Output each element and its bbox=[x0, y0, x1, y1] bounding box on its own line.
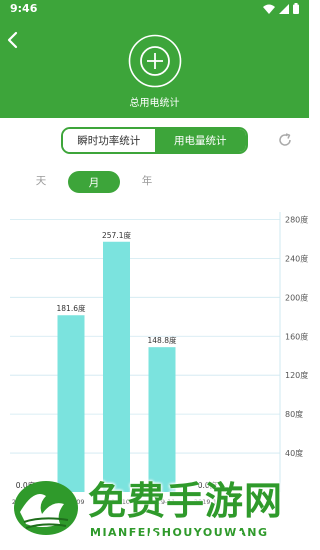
status-bar: 9:46 bbox=[0, 0, 309, 18]
bar-value-label: 257.1度 bbox=[102, 230, 131, 240]
bar-value-label: 181.6度 bbox=[57, 303, 86, 313]
refresh-icon[interactable] bbox=[277, 132, 293, 148]
bar bbox=[148, 347, 176, 492]
period-day-tab[interactable]: 天 bbox=[28, 173, 54, 188]
period-month-tab[interactable]: 月 bbox=[68, 171, 120, 193]
mode-toggle: 瞬时功率统计 用电量统计 bbox=[61, 127, 248, 154]
y-tick-label: 120度 bbox=[285, 370, 308, 380]
tab-instant-power[interactable]: 瞬时功率统计 bbox=[63, 129, 155, 152]
nav-back-icon[interactable]: ◀ bbox=[66, 530, 74, 541]
usage-bar-chart: 40度80度120度160度200度240度280度0.0度2019-08181… bbox=[10, 212, 308, 506]
page-title: 总用电统计 bbox=[129, 98, 180, 109]
battery-icon bbox=[293, 3, 299, 14]
bar-value-label: 148.8度 bbox=[148, 335, 177, 345]
y-tick-label: 280度 bbox=[285, 214, 308, 224]
y-tick-label: 40度 bbox=[285, 448, 303, 458]
period-year-tab[interactable]: 年 bbox=[134, 173, 160, 188]
y-tick-label: 80度 bbox=[285, 409, 303, 419]
header: 9:46 总用电统计 bbox=[0, 0, 309, 118]
bar bbox=[57, 315, 85, 492]
nav-recent-icon[interactable] bbox=[235, 531, 242, 538]
nav-home-icon[interactable] bbox=[149, 531, 157, 539]
screen: 9:46 总用电统计 瞬时功率统计 用电量统计 天 月 年 40度 80度 120度… bbox=[0, 0, 309, 550]
back-icon[interactable] bbox=[4, 30, 22, 50]
y-tick-label: 200度 bbox=[285, 292, 308, 302]
watermark-title: 免费手游网 bbox=[88, 478, 284, 523]
tab-energy-usage[interactable]: 用电量统计 bbox=[154, 129, 246, 152]
bar bbox=[103, 241, 130, 492]
y-tick-label: 160度 bbox=[285, 331, 308, 341]
status-icons bbox=[263, 3, 299, 14]
wifi-icon bbox=[263, 4, 275, 14]
signal-icon bbox=[279, 3, 289, 14]
watermark-logo bbox=[14, 481, 78, 535]
meter-icon bbox=[128, 34, 182, 88]
status-time: 9:46 bbox=[10, 2, 38, 15]
y-tick-label: 240度 bbox=[285, 253, 308, 263]
